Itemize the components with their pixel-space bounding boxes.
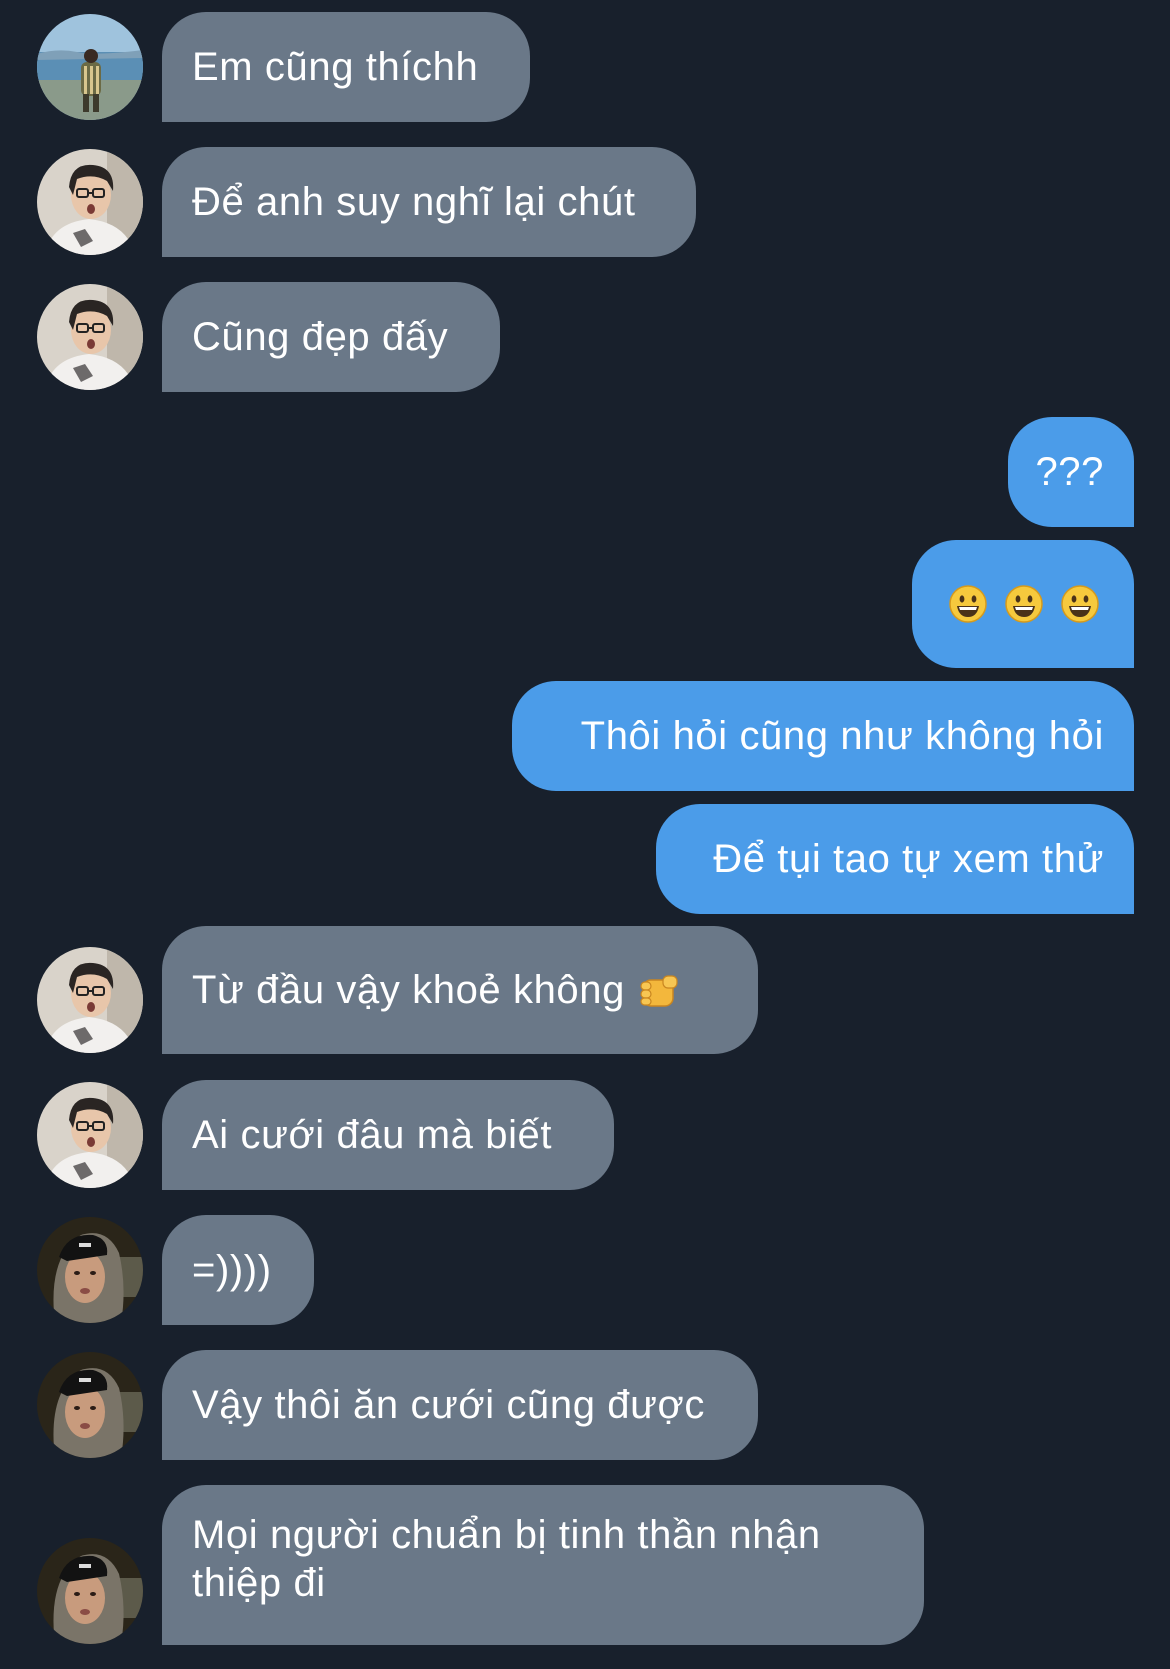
hooded-person-avatar[interactable]	[37, 1352, 143, 1458]
message-text: ???	[1035, 450, 1104, 494]
glasses-person-avatar[interactable]	[37, 1082, 143, 1188]
message-bubble[interactable]: Ai cưới đâu mà biết	[162, 1080, 614, 1190]
message-text-line: Mọi người chuẩn bị tinh thần nhận	[192, 1513, 821, 1557]
message-text: Cũng đẹp đấy	[192, 315, 449, 359]
outgoing-message-bubble[interactable]: ???	[1008, 417, 1134, 527]
glasses-person-avatar[interactable]	[37, 149, 143, 255]
message-bubble[interactable]: Để anh suy nghĩ lại chút	[162, 147, 696, 257]
outgoing-message-bubble[interactable]: Để tụi tao tự xem thử	[656, 804, 1134, 914]
message-text: Để tụi tao tự xem thử	[713, 837, 1104, 881]
message-bubble[interactable]: =))))	[162, 1215, 314, 1325]
glasses-person-avatar[interactable]	[37, 947, 143, 1053]
message-bubble[interactable]: Mọi người chuẩn bị tinh thần nhận thiệp …	[162, 1485, 924, 1645]
message-text: Ai cưới đâu mà biết	[192, 1113, 553, 1157]
glasses-person-avatar[interactable]	[37, 284, 143, 390]
message-text: Em cũng thíchh	[192, 45, 479, 89]
outgoing-message-bubble[interactable]	[912, 540, 1134, 668]
message-text: Thôi hỏi cũng như không hỏi	[580, 714, 1104, 758]
message-text: Mọi người chuẩn bị tinh thần nhận thiệp …	[192, 1511, 821, 1607]
message-bubble[interactable]: Vậy thôi ăn cưới cũng được	[162, 1350, 758, 1460]
message-text: Để anh suy nghĩ lại chút	[192, 180, 636, 224]
hooded-person-avatar[interactable]	[37, 1538, 143, 1644]
message-text-line: thiệp đi	[192, 1561, 326, 1605]
grinning-face-icon	[1004, 584, 1044, 624]
message-text-content: Từ đầu vậy khoẻ không	[192, 968, 625, 1012]
outgoing-message-bubble[interactable]: Thôi hỏi cũng như không hỏi	[512, 681, 1134, 791]
chat-thread[interactable]: Em cũng thíchh Để anh suy nghĩ lại chút …	[0, 0, 1170, 1669]
message-bubble[interactable]: Em cũng thíchh	[162, 12, 530, 122]
fist-icon	[637, 972, 681, 1012]
grinning-face-icon	[1060, 584, 1100, 624]
message-text: =))))	[192, 1248, 272, 1292]
message-bubble[interactable]: Từ đầu vậy khoẻ không	[162, 926, 758, 1054]
hooded-person-avatar[interactable]	[37, 1217, 143, 1323]
message-text: Từ đầu vậy khoẻ không	[192, 966, 681, 1014]
beach-photo-avatar[interactable]	[37, 14, 143, 120]
message-bubble[interactable]: Cũng đẹp đấy	[162, 282, 500, 392]
message-text: Vậy thôi ăn cưới cũng được	[192, 1383, 705, 1427]
grinning-face-icon	[948, 584, 988, 624]
